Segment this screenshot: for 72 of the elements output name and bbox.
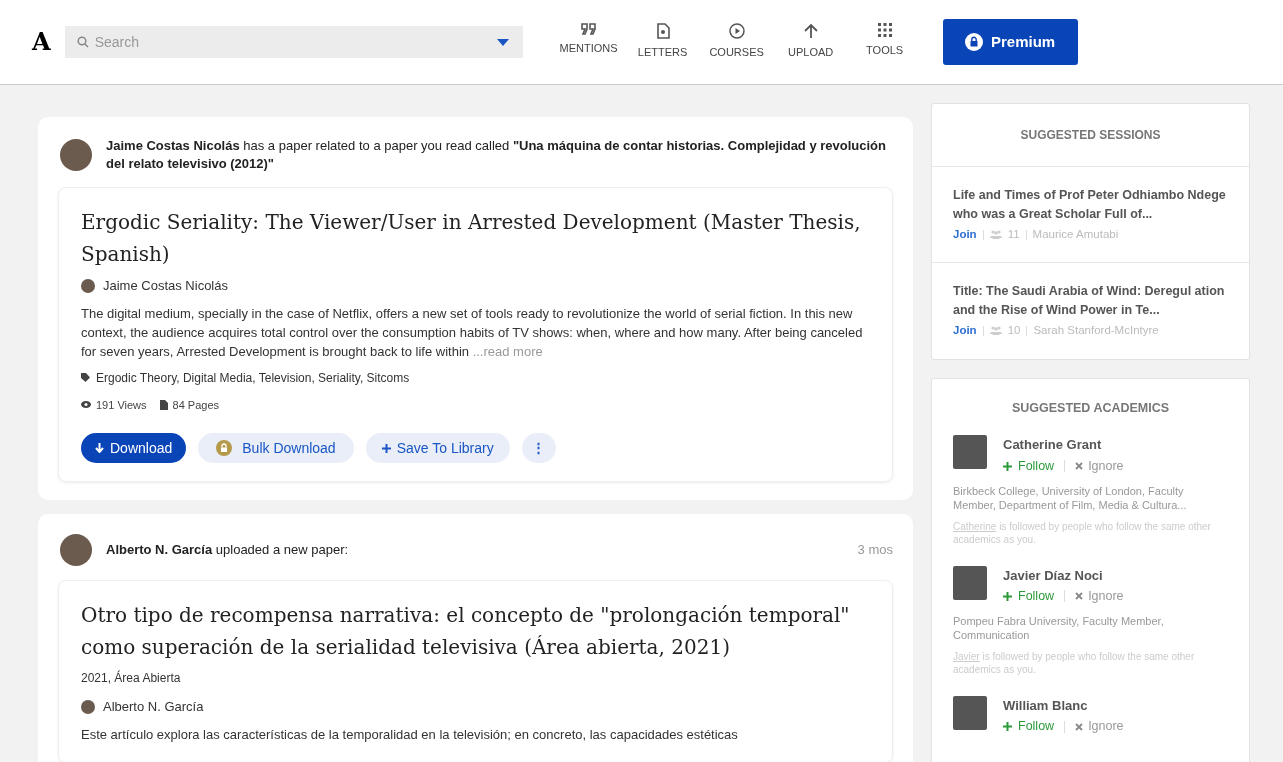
- host-name: Maurice Amutabi: [1032, 227, 1119, 242]
- follow-button[interactable]: Follow: [1003, 456, 1055, 476]
- affiliation: Birkbeck College, University of London, Faculty Member, Department of Film, Media & Cultura...: [953, 483, 1188, 512]
- lock-icon: [965, 33, 983, 51]
- attendee-count: 10: [1007, 323, 1021, 339]
- close-icon: [1075, 462, 1084, 471]
- join-link[interactable]: Join: [953, 226, 977, 244]
- quote-icon: [580, 23, 597, 36]
- academic-name[interactable]: William Blanc: [1003, 695, 1124, 716]
- save-to-library-button[interactable]: Save To Library: [365, 433, 510, 463]
- session-title[interactable]: Life and Times of Prof Peter Odhiambo Ndege who was a Great Scholar Full of...: [953, 186, 1228, 224]
- premium-button[interactable]: Premium: [942, 19, 1078, 65]
- nav-link[interactable]: LETTERS: [626, 23, 699, 61]
- views-count: 191 Views: [96, 397, 147, 413]
- document-icon: [655, 23, 670, 40]
- follow-button[interactable]: Follow: [1003, 717, 1055, 736]
- page-icon: [159, 399, 168, 410]
- avatar: [60, 534, 92, 566]
- author-avatar: [81, 278, 95, 293]
- academic-name[interactable]: Javier Díaz Noci: [1003, 565, 1124, 585]
- academic-name[interactable]: Catherine Grant: [1003, 435, 1124, 455]
- paper-title[interactable]: Otro tipo de recompensa narrativa: el concepto de "prolongación temporal" como superación de la serialidad televisiva (Área abierta, 2021): [81, 599, 870, 663]
- activity-text: Alberto N. García uploaded a new paper:: [106, 541, 350, 559]
- dropdown-caret-icon[interactable]: [496, 39, 509, 46]
- tag-icon: [81, 373, 90, 382]
- search-field[interactable]: Search: [64, 26, 523, 58]
- abstract: Este artículo explora las características de la temporalidad en la televisión; en concreto, las capacidades estéticas: [81, 725, 739, 744]
- close-icon: [1075, 722, 1084, 731]
- play-circle-icon: [728, 23, 745, 40]
- nav-link[interactable]: COURSES: [700, 23, 773, 61]
- people-icon: [989, 326, 1002, 336]
- plus-icon: [1003, 591, 1012, 601]
- paper-meta: 2021, Área Abierta: [81, 669, 182, 687]
- photo-placeholder: [953, 565, 987, 600]
- photo-placeholder: [953, 695, 987, 730]
- timestamp: 3 mos: [857, 541, 893, 560]
- paper-title[interactable]: Ergodic Seriality: The Viewer/User in Arrested Development (Master Thesis, Spanish): [81, 206, 870, 270]
- author-avatar: [81, 699, 95, 714]
- abstract: The digital medium, specially in the case of Netflix, offers a new set of tools ready to revolutionize the world of serial fiction. In this new context, the audience acquires total control over the consumption habits of TV shows: when, where and how many. After being canceled for seven years, Arrested Development is brought back to life within ...read more: [81, 304, 864, 361]
- plus-icon: [381, 443, 391, 453]
- people-icon: [989, 230, 1002, 240]
- bulk-download-button[interactable]: Bulk Download: [198, 433, 354, 463]
- logo[interactable]: A: [32, 24, 51, 60]
- tag-list: Ergodic Theory, Digital Media, Television, Seriality, Sitcoms: [96, 368, 410, 387]
- plus-icon: [1003, 461, 1012, 471]
- more-options-button[interactable]: ⋮: [521, 433, 556, 463]
- eye-icon: [81, 401, 91, 409]
- host-name: Sarah Stanford-McIntyre: [1033, 323, 1159, 339]
- panel-title: SUGGESTED ACADEMICS: [1010, 399, 1171, 417]
- photo-placeholder: [953, 435, 987, 470]
- attendee-count: 11: [1007, 227, 1020, 242]
- down-arrow-icon: [95, 443, 104, 453]
- activity-text: Jaime Costas Nicolás has a paper related to a paper you read called "Una máquina de contar historias. Complejidad y revolución del relato televisivo (2012)": [106, 137, 887, 173]
- pages-count: 84 Pages: [172, 397, 220, 413]
- download-button[interactable]: Download: [81, 433, 187, 463]
- up-arrow-icon: [803, 23, 818, 40]
- join-link[interactable]: Join: [953, 322, 977, 340]
- close-icon: [1075, 592, 1084, 601]
- affiliation: Pompeu Fabra University, Faculty Member, Communication: [953, 613, 1165, 642]
- session-title[interactable]: Title: The Saudi Arabia of Wind: Deregul ation and the Rise of Wind Power in Te...: [953, 282, 1228, 321]
- lock-icon: [216, 440, 233, 456]
- author-link[interactable]: Jaime Costas Nicolás: [103, 276, 228, 296]
- author-link[interactable]: Alberto N. García: [103, 697, 204, 717]
- search-icon: [76, 36, 89, 48]
- avatar: [60, 139, 92, 171]
- plus-icon: [1003, 722, 1012, 732]
- nav-link[interactable]: MENTIONS: [552, 23, 625, 61]
- nav-link[interactable]: TOOLS: [848, 23, 921, 61]
- grid-icon: [877, 23, 892, 38]
- follow-button[interactable]: Follow: [1003, 587, 1055, 606]
- panel-title: SUGGESTED SESSIONS: [932, 104, 1249, 167]
- nav-link[interactable]: UPLOAD: [774, 23, 847, 61]
